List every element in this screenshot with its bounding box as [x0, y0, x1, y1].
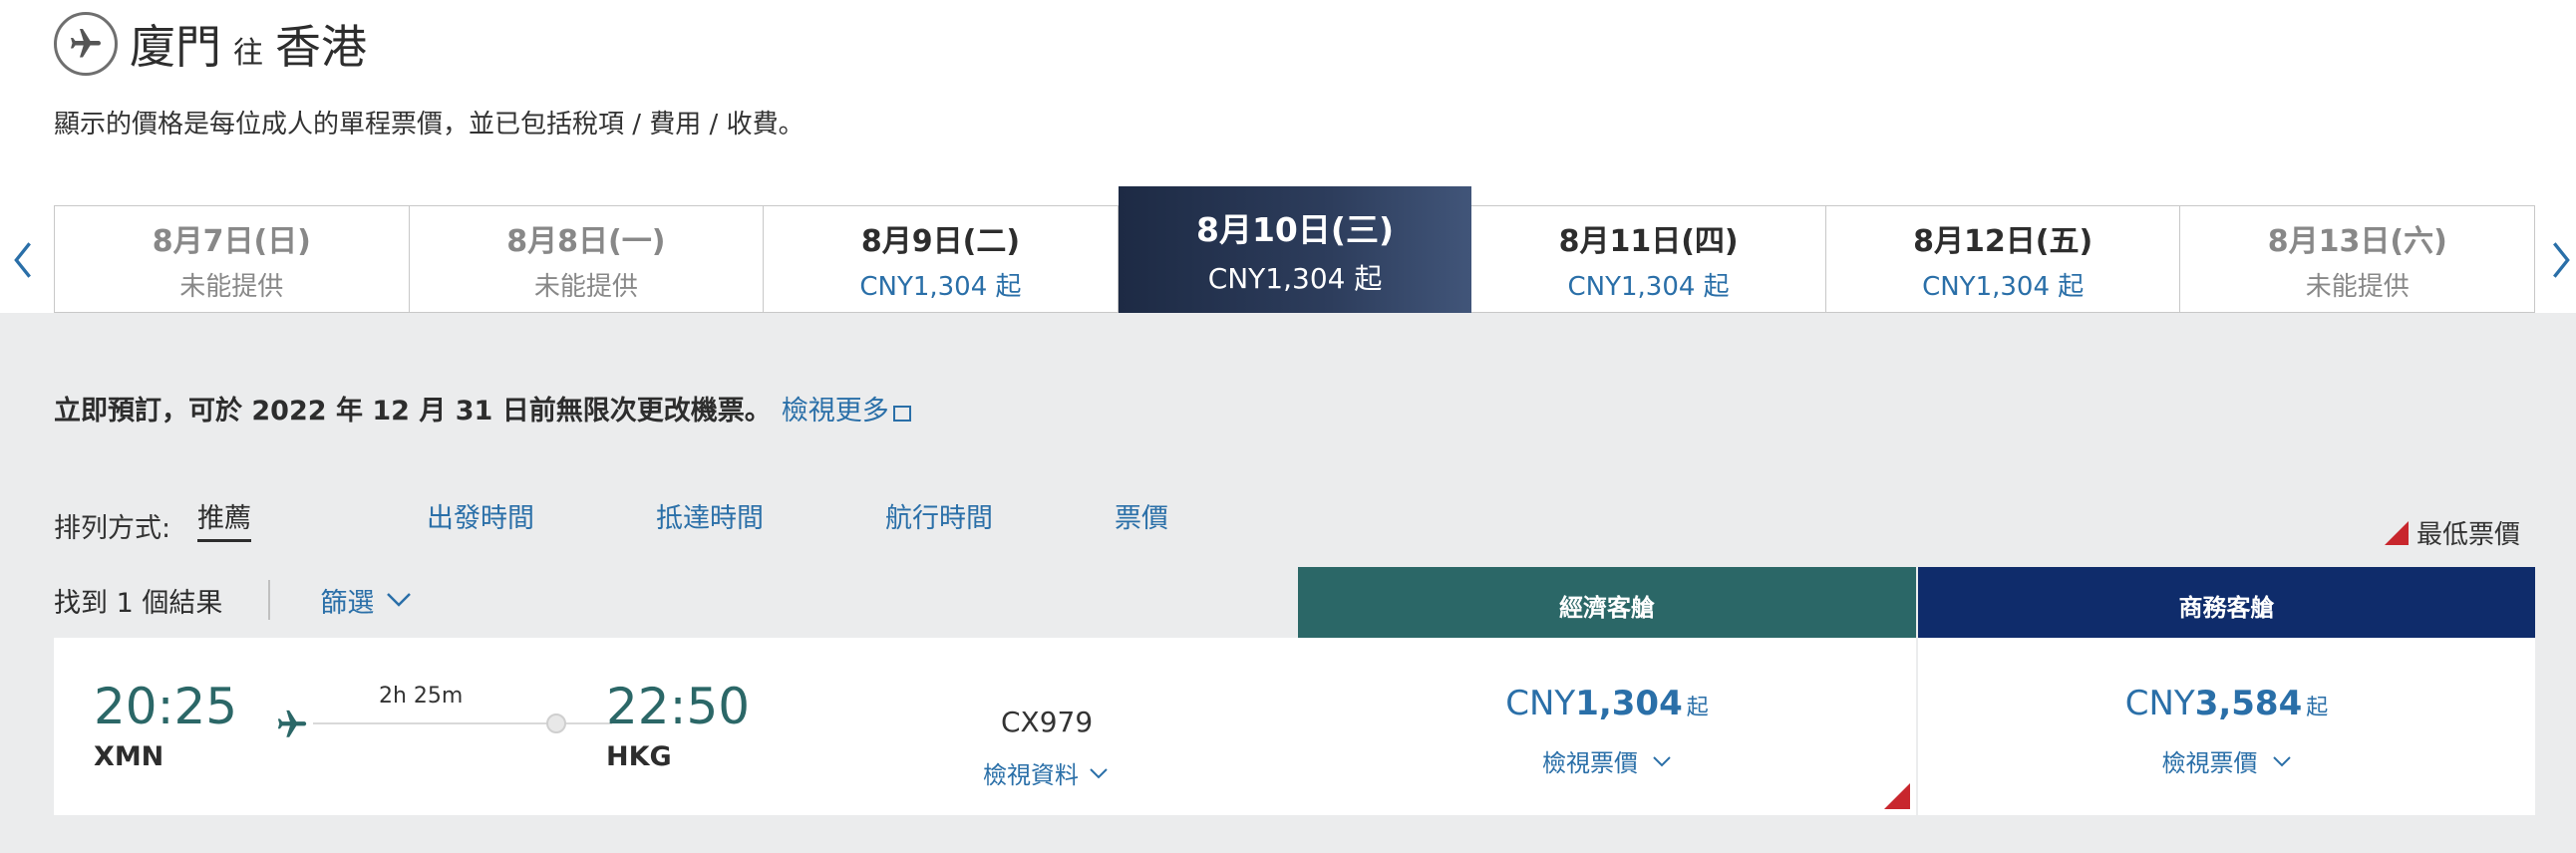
- fare-currency: CNY: [1505, 684, 1576, 723]
- route-header: 廈門 往 香港: [54, 10, 367, 78]
- chevron-down-icon: [1090, 767, 1108, 778]
- flight-number: CX979: [1001, 706, 1094, 738]
- external-link-icon: [892, 406, 911, 422]
- view-more-link[interactable]: 檢視更多: [782, 396, 911, 426]
- lowest-fare-legend: 最低票價: [2384, 514, 2520, 551]
- arrival-time: 22:50: [606, 678, 751, 735]
- view-more-label: 檢視更多: [781, 396, 889, 426]
- date-cell[interactable]: 8月11日(四) CNY1,304 起: [1471, 206, 1826, 312]
- date-price: 未能提供: [533, 271, 638, 302]
- price-note: 顯示的價格是每位成人的單程票價，並已包括稅項 / 費用 / 收費。: [54, 110, 805, 140]
- results-panel: 立即預訂，可於 2022 年 12 月 31 日前無限次更改機票。 檢視更多 排列…: [0, 313, 2576, 853]
- results-summary: 找到 1 個結果 篩選: [54, 580, 412, 620]
- departure-time: 20:25: [94, 678, 238, 735]
- prev-dates-button[interactable]: [8, 235, 38, 285]
- flight-track-line: [313, 722, 612, 724]
- promo-text: 立即預訂，可於 2022 年 12 月 31 日前無限次更改機票。: [54, 396, 772, 426]
- date-strip: 8月7日(日) 未能提供 8月8日(一) 未能提供 8月9日(二) CNY1,3…: [54, 186, 2535, 314]
- economy-fare-cell[interactable]: CNY1,304 起 檢視票價: [1298, 638, 1916, 815]
- airplane-icon: [54, 12, 118, 76]
- airplane-icon: [275, 708, 309, 745]
- sort-price[interactable]: 票價: [1115, 496, 1168, 535]
- chevron-down-icon: [387, 593, 412, 607]
- chevron-right-icon: [2553, 242, 2570, 278]
- origin-city: 廈門: [130, 20, 221, 74]
- date-cell-selected[interactable]: 8月10日(三) CNY1,304 起: [1118, 186, 1472, 314]
- fare-from: 起: [1686, 696, 1709, 720]
- fare-amount: 3,584: [2194, 684, 2303, 723]
- business-view-fares-link[interactable]: 檢視票價: [2162, 743, 2292, 778]
- date-cell[interactable]: 8月7日(日) 未能提供: [55, 206, 410, 312]
- route-separator: 往: [233, 36, 263, 71]
- sort-arrival-time[interactable]: 抵達時間: [656, 496, 764, 535]
- sort-duration[interactable]: 航行時間: [885, 496, 993, 535]
- fare-currency: CNY: [2124, 684, 2195, 723]
- chevron-left-icon: [14, 242, 31, 278]
- arrival-airport: HKG: [606, 741, 672, 772]
- view-fares-label: 檢視票價: [2161, 749, 2258, 777]
- date-price: CNY1,304 起: [1207, 262, 1383, 295]
- date-cell[interactable]: 8月13日(六) 未能提供: [2180, 206, 2534, 312]
- fare-from: 起: [2306, 696, 2329, 720]
- date-price: CNY1,304 起: [1922, 271, 2085, 302]
- divider: [268, 580, 271, 620]
- chevron-down-icon: [1653, 755, 1671, 766]
- view-fares-label: 檢視票價: [1542, 749, 1638, 777]
- date-label: 8月11日(四): [1558, 223, 1739, 259]
- promo-banner: 立即預訂，可於 2022 年 12 月 31 日前無限次更改機票。 檢視更多: [54, 389, 911, 427]
- economy-view-fares-link[interactable]: 檢視票價: [1542, 743, 1672, 778]
- chevron-down-icon: [2272, 755, 2291, 766]
- economy-fare-price: CNY1,304 起: [1505, 684, 1709, 723]
- flight-duration: 2h 25m: [379, 684, 464, 709]
- flight-track-end-dot: [546, 713, 566, 733]
- fare-amount: 1,304: [1575, 684, 1683, 723]
- business-cabin-header: 商務客艙: [1918, 567, 2535, 643]
- sort-label: 排列方式:: [54, 513, 171, 544]
- date-label: 8月7日(日): [152, 223, 311, 259]
- business-fare-cell[interactable]: CNY3,584 起 檢視票價: [1918, 638, 2535, 815]
- date-cell[interactable]: 8月8日(一) 未能提供: [410, 206, 765, 312]
- date-cell[interactable]: 8月9日(二) CNY1,304 起: [764, 206, 1119, 312]
- economy-cabin-header: 經濟客艙: [1298, 567, 1916, 643]
- lowest-fare-label: 最低票價: [2415, 520, 2520, 550]
- results-count: 找到 1 個結果: [54, 587, 223, 619]
- lowest-fare-marker-icon: [2384, 520, 2409, 545]
- date-label: 8月13日(六): [2267, 223, 2447, 259]
- date-label: 8月8日(一): [506, 223, 666, 259]
- lowest-fare-marker-icon: [1884, 783, 1910, 809]
- destination-city: 香港: [275, 20, 367, 74]
- date-label: 8月10日(三): [1195, 210, 1395, 249]
- date-label: 8月12日(五): [1913, 223, 2093, 259]
- business-fare-price: CNY3,584 起: [2125, 684, 2329, 723]
- departure-airport: XMN: [94, 741, 164, 772]
- filter-button[interactable]: 篩選: [320, 581, 412, 620]
- date-label: 8月9日(二): [860, 223, 1021, 259]
- sort-bar: 排列方式: 推薦 出發時間 抵達時間 航行時間 票價: [54, 496, 1250, 546]
- next-dates-button[interactable]: [2546, 235, 2576, 285]
- flight-card: 20:25 XMN 2h 25m 22:50 HKG CX979 檢視資料: [54, 638, 1298, 815]
- filter-label: 篩選: [320, 587, 375, 619]
- date-price: CNY1,304 起: [859, 271, 1022, 302]
- date-price: 未能提供: [179, 271, 284, 302]
- date-price: 未能提供: [2305, 271, 2410, 302]
- sort-departure-time[interactable]: 出發時間: [427, 496, 534, 535]
- date-price: CNY1,304 起: [1567, 271, 1730, 302]
- view-details-link[interactable]: 檢視資料: [983, 755, 1109, 790]
- sort-recommended[interactable]: 推薦: [197, 496, 251, 542]
- date-cell[interactable]: 8月12日(五) CNY1,304 起: [1826, 206, 2181, 312]
- view-details-label: 檢視資料: [983, 761, 1079, 789]
